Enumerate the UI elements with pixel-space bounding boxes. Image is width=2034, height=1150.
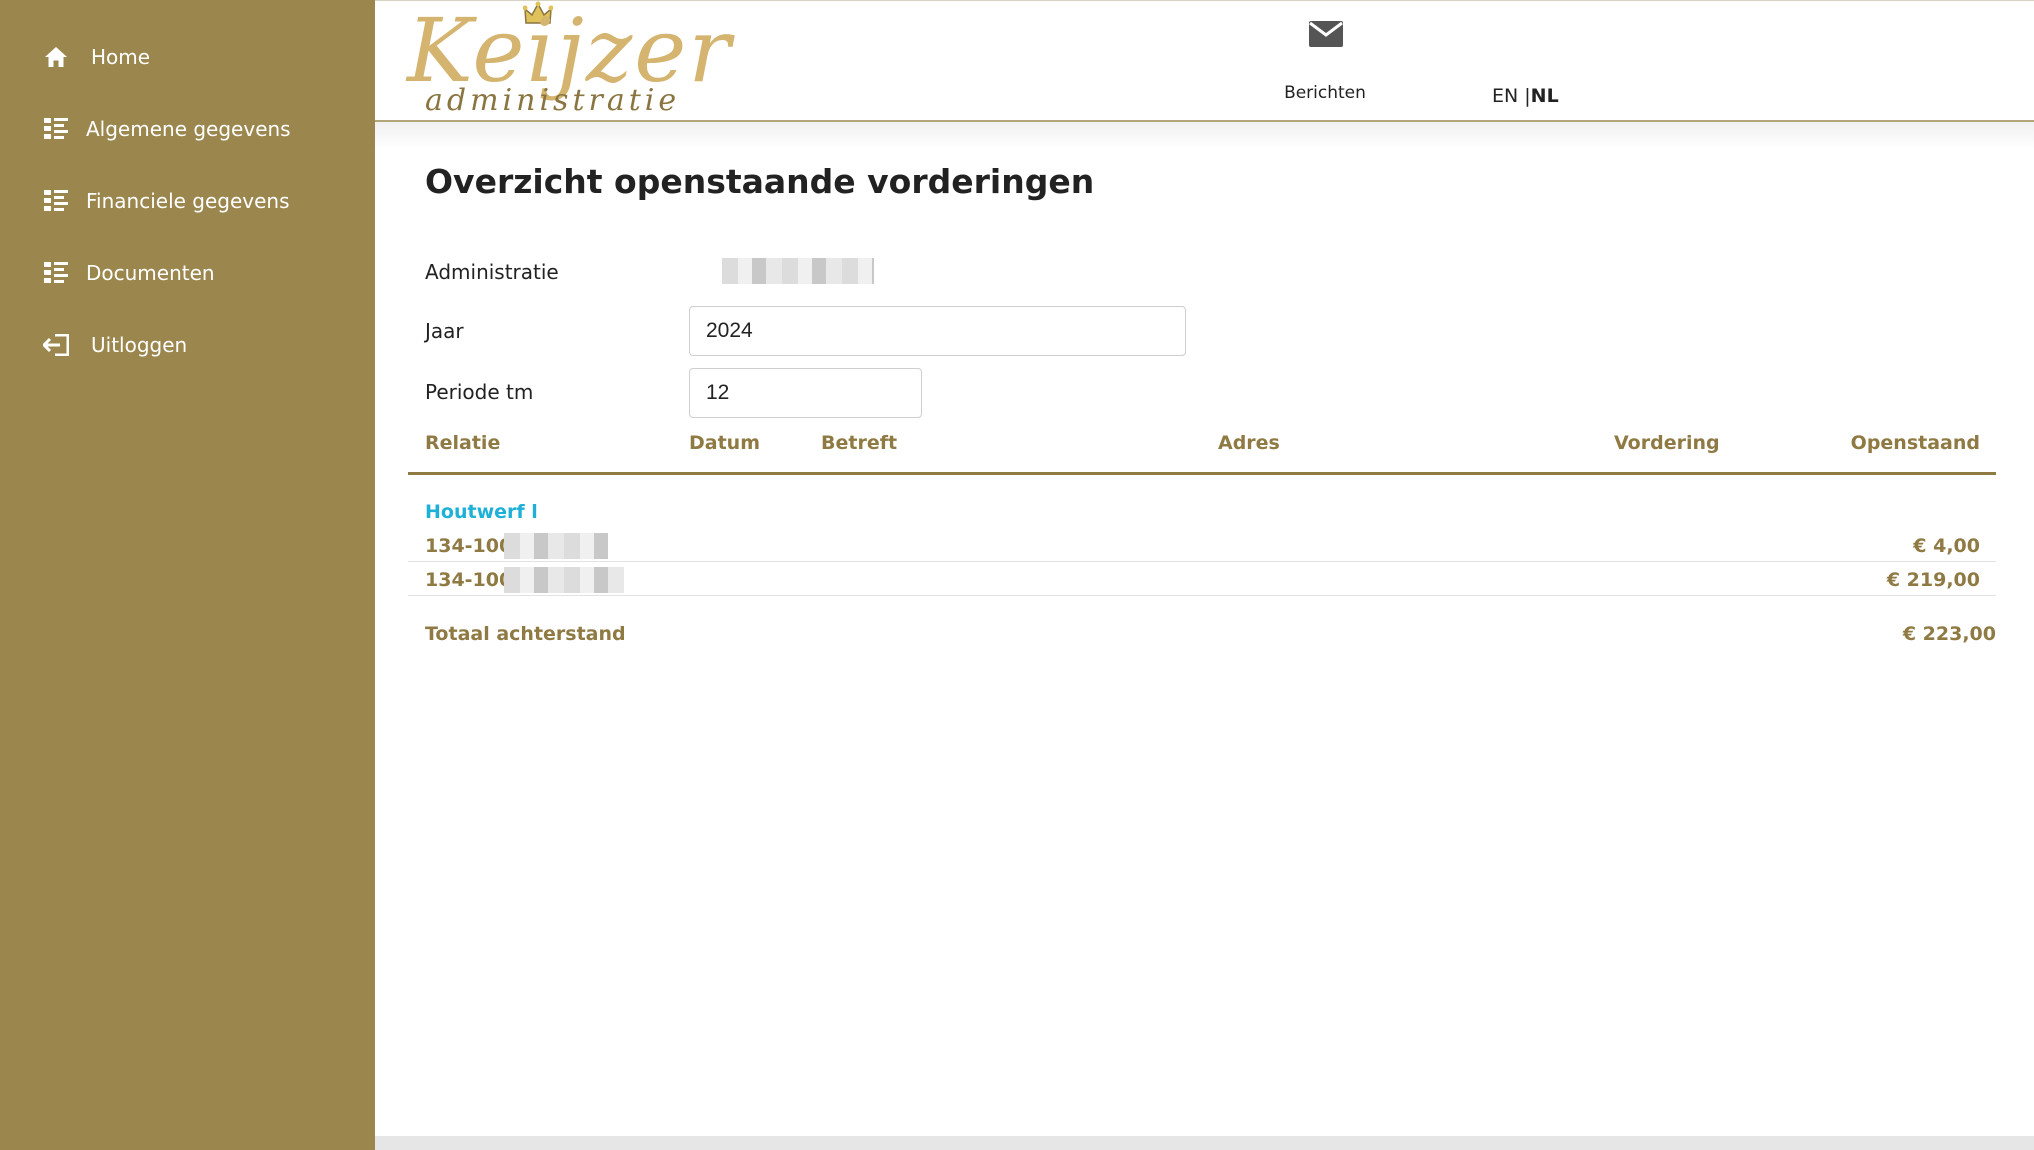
jaar-input[interactable] bbox=[689, 306, 1186, 356]
logo-subtitle: administratie bbox=[425, 83, 681, 118]
row-code: 134-100 bbox=[425, 535, 513, 557]
logout-icon bbox=[42, 331, 70, 359]
sidebar-item-label: Documenten bbox=[86, 261, 215, 285]
footer-bar bbox=[375, 1136, 2034, 1150]
row-openstaand: € 4,00 bbox=[1913, 535, 1980, 557]
column-header-datum: Datum bbox=[689, 432, 760, 454]
sidebar-item-label: Uitloggen bbox=[91, 333, 188, 357]
sidebar-item-label: Home bbox=[91, 45, 151, 69]
messages-label: Berichten bbox=[1284, 83, 1366, 103]
column-header-relatie: Relatie bbox=[425, 432, 501, 454]
row-relatie-redacted bbox=[504, 533, 608, 559]
column-header-adres: Adres bbox=[1218, 432, 1280, 454]
sidebar-item-label: Algemene gegevens bbox=[86, 117, 291, 141]
top-header: Keijzer administratie Berichten EN |NL bbox=[375, 0, 2034, 122]
column-header-openstaand: Openstaand bbox=[1850, 432, 1980, 454]
group-link[interactable]: Houtwerf l bbox=[425, 501, 538, 523]
home-icon bbox=[42, 43, 70, 71]
header-shadow bbox=[375, 122, 2034, 150]
row-openstaand: € 219,00 bbox=[1886, 569, 1980, 591]
total-label: Totaal achterstand bbox=[425, 623, 626, 645]
list-icon bbox=[42, 259, 70, 287]
lang-nl-link[interactable]: NL bbox=[1531, 85, 1559, 107]
total-value: € 223,00 bbox=[1902, 623, 1996, 645]
table-header-divider bbox=[408, 472, 1996, 475]
table-row[interactable]: 134-100 € 219,00 bbox=[408, 562, 1996, 596]
column-header-vordering: Vordering bbox=[1614, 432, 1720, 454]
jaar-label: Jaar bbox=[425, 319, 464, 343]
language-switcher: EN |NL bbox=[1492, 85, 1559, 107]
list-icon bbox=[42, 187, 70, 215]
logo[interactable]: Keijzer administratie bbox=[405, 1, 730, 119]
sidebar: Home Algemene gegevens Financiele gegeve… bbox=[0, 0, 375, 1150]
envelope-icon bbox=[1309, 21, 1343, 47]
sidebar-item-uitloggen[interactable]: Uitloggen bbox=[0, 319, 375, 375]
sidebar-item-label: Financiele gegevens bbox=[86, 189, 290, 213]
list-icon bbox=[42, 115, 70, 143]
table-row[interactable]: 134-100 € 4,00 bbox=[408, 528, 1996, 562]
administratie-value-redacted bbox=[722, 258, 874, 284]
row-code: 134-100 bbox=[425, 569, 513, 591]
row-relatie-redacted bbox=[504, 567, 624, 593]
messages-button[interactable]: Berichten bbox=[1265, 19, 1385, 109]
lang-separator: | bbox=[1518, 85, 1531, 107]
periode-label: Periode tm bbox=[425, 380, 534, 404]
sidebar-item-home[interactable]: Home bbox=[0, 31, 375, 87]
lang-en-link[interactable]: EN bbox=[1492, 85, 1518, 107]
column-header-betreft: Betreft bbox=[821, 432, 898, 454]
sidebar-item-documenten[interactable]: Documenten bbox=[0, 247, 375, 303]
sidebar-item-algemene-gegevens[interactable]: Algemene gegevens bbox=[0, 103, 375, 159]
periode-input[interactable] bbox=[689, 368, 922, 418]
sidebar-item-financiele-gegevens[interactable]: Financiele gegevens bbox=[0, 175, 375, 231]
administratie-label: Administratie bbox=[425, 260, 559, 284]
page-title: Overzicht openstaande vorderingen bbox=[425, 162, 1095, 201]
